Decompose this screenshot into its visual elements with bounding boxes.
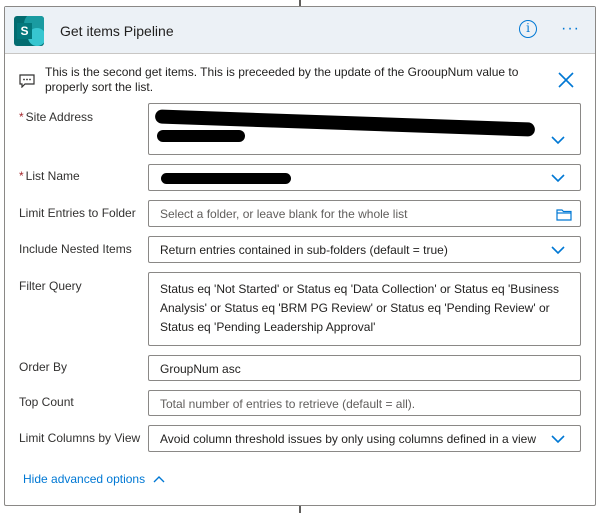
chevron-down-icon[interactable] xyxy=(551,136,565,145)
nested-items-value: Return entries contained in sub-folders … xyxy=(160,243,448,257)
limit-columns-label: Limit Columns by View xyxy=(19,431,141,445)
comment-icon xyxy=(19,74,35,88)
flow-connector-bottom xyxy=(299,506,301,513)
close-icon[interactable] xyxy=(557,71,575,89)
folder-icon[interactable] xyxy=(556,208,572,221)
filter-query-value: Status eq 'Not Started' or Status eq 'Da… xyxy=(160,282,559,334)
chevron-down-icon[interactable] xyxy=(551,174,565,183)
top-count-label: Top Count xyxy=(19,395,74,409)
list-name-label: * List Name xyxy=(19,169,80,183)
chevron-down-icon[interactable] xyxy=(551,435,565,444)
sharepoint-logo-icon: S xyxy=(14,16,44,46)
limit-columns-value: Avoid column threshold issues by only us… xyxy=(160,432,536,446)
limit-columns-dropdown[interactable]: Avoid column threshold issues by only us… xyxy=(148,425,581,452)
chevron-up-icon[interactable] xyxy=(153,475,165,483)
limit-folder-placeholder: Select a folder, or leave blank for the … xyxy=(160,207,408,221)
nested-items-dropdown[interactable]: Return entries contained in sub-folders … xyxy=(148,236,581,263)
card-header[interactable]: S Get items Pipeline i ··· xyxy=(5,7,595,54)
redaction-scribble xyxy=(157,130,245,142)
filter-query-label: Filter Query xyxy=(19,279,82,293)
site-address-dropdown[interactable] xyxy=(148,103,581,155)
order-by-input[interactable]: GroupNum asc xyxy=(148,355,581,381)
filter-query-input[interactable]: Status eq 'Not Started' or Status eq 'Da… xyxy=(148,272,581,346)
hide-advanced-options-link[interactable]: Hide advanced options xyxy=(23,472,145,486)
site-address-label-text: Site Address xyxy=(25,110,94,124)
list-name-dropdown[interactable] xyxy=(148,164,581,191)
top-count-input[interactable]: Total number of entries to retrieve (def… xyxy=(148,390,581,416)
site-address-label: * Site Address xyxy=(19,110,93,124)
action-comment[interactable]: This is the second get items. This is pr… xyxy=(45,65,525,95)
list-name-label-text: List Name xyxy=(25,169,80,183)
order-by-label: Order By xyxy=(19,360,68,374)
top-count-placeholder: Total number of entries to retrieve (def… xyxy=(160,397,416,411)
more-options-icon[interactable]: ··· xyxy=(561,19,587,39)
chevron-down-icon[interactable] xyxy=(551,246,565,255)
nested-items-label: Include Nested Items xyxy=(19,242,132,256)
action-card: S Get items Pipeline i ··· This is the s… xyxy=(4,6,596,506)
limit-folder-label: Limit Entries to Folder xyxy=(19,206,136,220)
required-marker: * xyxy=(19,110,24,124)
info-icon[interactable]: i xyxy=(519,20,537,38)
order-by-value: GroupNum asc xyxy=(160,362,241,376)
redaction-scribble xyxy=(161,173,291,184)
required-marker: * xyxy=(19,169,24,183)
action-title[interactable]: Get items Pipeline xyxy=(60,23,174,39)
limit-folder-input[interactable]: Select a folder, or leave blank for the … xyxy=(148,200,581,227)
